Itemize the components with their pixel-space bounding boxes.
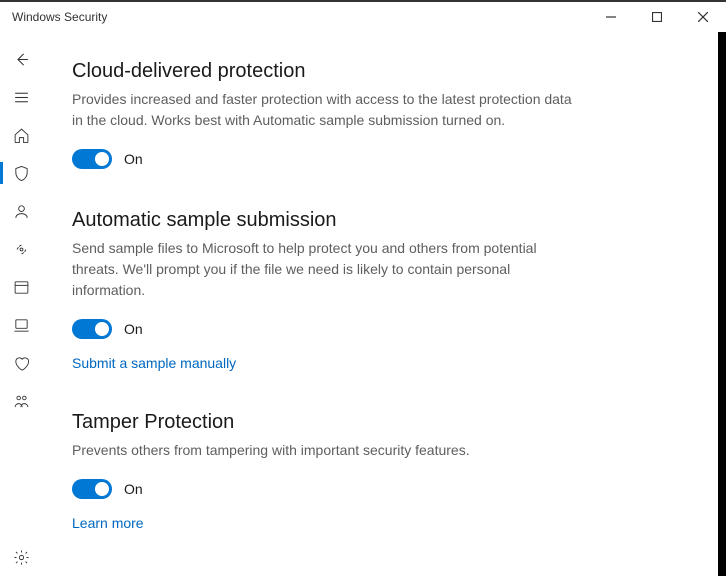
menu-button[interactable]: [0, 78, 42, 116]
section-description: Send sample files to Microsoft to help p…: [72, 238, 572, 301]
section-description: Prevents others from tampering with impo…: [72, 440, 572, 461]
toggle-row: On: [72, 149, 686, 169]
tamper-protection-toggle[interactable]: [72, 479, 112, 499]
sample-submission-toggle[interactable]: [72, 319, 112, 339]
section-tamper-protection: Tamper Protection Prevents others from t…: [72, 411, 686, 531]
section-sample-submission: Automatic sample submission Send sample …: [72, 209, 686, 371]
window-controls: [588, 2, 726, 32]
titlebar: Windows Security: [0, 0, 726, 32]
toggle-row: On: [72, 479, 686, 499]
section-heading: Cloud-delivered protection: [72, 60, 686, 83]
back-button[interactable]: [0, 40, 42, 78]
maximize-button[interactable]: [634, 2, 680, 32]
nav-device-security[interactable]: [0, 306, 42, 344]
section-cloud-protection: Cloud-delivered protection Provides incr…: [72, 60, 686, 169]
sidebar: [0, 32, 42, 576]
nav-firewall[interactable]: [0, 230, 42, 268]
window-title: Windows Security: [12, 10, 107, 24]
nav-device-health[interactable]: [0, 344, 42, 382]
nav-home[interactable]: [0, 116, 42, 154]
toggle-row: On: [72, 319, 686, 339]
toggle-state-label: On: [124, 321, 143, 337]
section-description: Provides increased and faster protection…: [72, 89, 572, 131]
section-heading: Automatic sample submission: [72, 209, 686, 232]
section-heading: Tamper Protection: [72, 411, 686, 434]
submit-sample-link[interactable]: Submit a sample manually: [72, 355, 236, 371]
toggle-state-label: On: [124, 481, 143, 497]
nav-virus-protection[interactable]: [0, 154, 42, 192]
nav-app-browser[interactable]: [0, 268, 42, 306]
nav-account-protection[interactable]: [0, 192, 42, 230]
content-area: Cloud-delivered protection Provides incr…: [42, 32, 726, 576]
minimize-button[interactable]: [588, 2, 634, 32]
nav-family-options[interactable]: [0, 382, 42, 420]
cloud-protection-toggle[interactable]: [72, 149, 112, 169]
nav-settings[interactable]: [0, 538, 42, 576]
toggle-state-label: On: [124, 151, 143, 167]
learn-more-link[interactable]: Learn more: [72, 515, 144, 531]
right-border: [718, 32, 726, 576]
close-button[interactable]: [680, 2, 726, 32]
